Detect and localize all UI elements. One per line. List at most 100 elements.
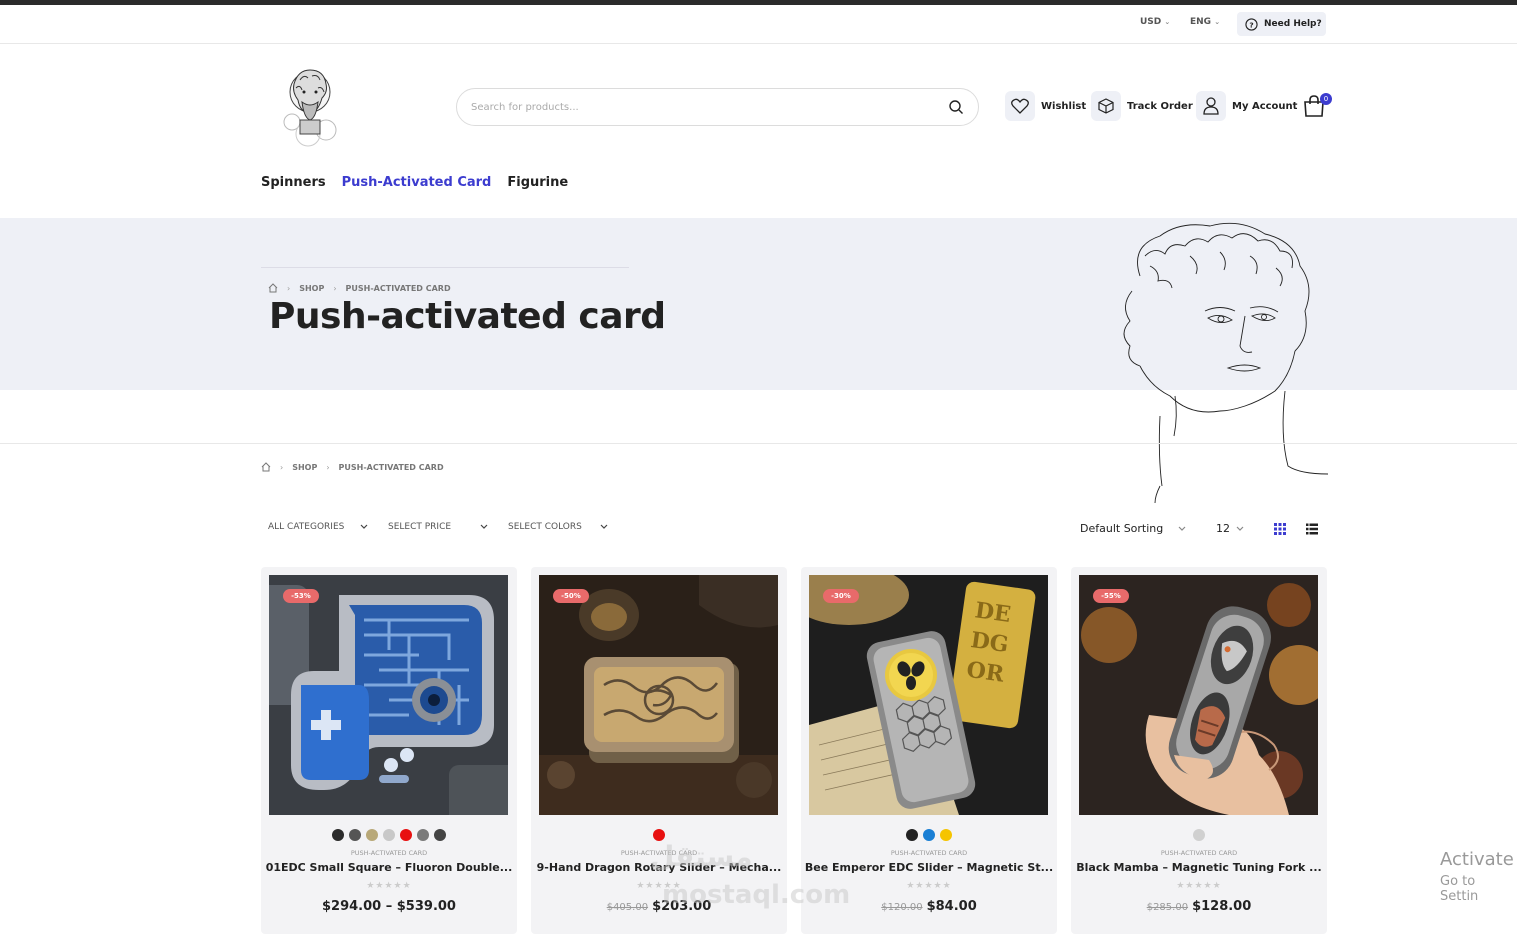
utility-bar: USD ⌄ ENG ⌄ ? Need Help? [0, 5, 1517, 44]
my-account-label: My Account [1232, 100, 1298, 112]
old-price: $405.00 [606, 902, 649, 913]
category-filter-label: ALL CATEGORIES [268, 522, 345, 532]
current-price: $128.00 [1192, 899, 1252, 914]
discount-badge: -50% [553, 589, 589, 603]
need-help-button[interactable]: ? Need Help? [1237, 12, 1326, 36]
cart-count-badge: 0 [1320, 93, 1332, 105]
color-swatch[interactable] [940, 829, 952, 841]
product-card[interactable]: -50% PUSH-ACTIVATED CARD 9-Hand Dragon R… [531, 567, 787, 934]
color-swatch[interactable] [417, 829, 429, 841]
breadcrumb-current: PUSH-ACTIVATED CARD [338, 462, 444, 472]
color-swatch[interactable] [923, 829, 935, 841]
color-swatch[interactable] [383, 829, 395, 841]
product-category[interactable]: PUSH-ACTIVATED CARD [801, 849, 1057, 857]
watermark-url: mostaql.com [662, 880, 851, 910]
rating-stars: ★★★★★ [366, 881, 412, 891]
user-icon [1196, 91, 1226, 121]
language-selector[interactable]: ENG ⌄ [1190, 17, 1220, 27]
discount-badge: -55% [1093, 589, 1129, 603]
product-category[interactable]: PUSH-ACTIVATED CARD [261, 849, 517, 857]
product-name[interactable]: Bee Emperor EDC Slider – Magnetic St... [801, 861, 1057, 874]
product-category[interactable]: PUSH-ACTIVATED CARD [1071, 849, 1327, 857]
breadcrumb-shop[interactable]: SHOP [299, 284, 324, 293]
site-header [0, 44, 1517, 218]
currency-selector[interactable]: USD ⌄ [1140, 17, 1170, 27]
box-icon [1091, 91, 1121, 121]
list-view-icon[interactable] [1305, 522, 1319, 536]
search-bar [456, 88, 979, 126]
discount-badge: -30% [823, 589, 859, 603]
color-swatch[interactable] [400, 829, 412, 841]
product-price: $285.00 $128.00 [1071, 899, 1327, 914]
site-logo[interactable] [278, 62, 342, 150]
page-title: Push-activated card [269, 296, 666, 337]
breadcrumb-current: PUSH-ACTIVATED CARD [345, 283, 451, 293]
color-swatch[interactable] [906, 829, 918, 841]
chevron-down-icon [480, 524, 488, 529]
color-swatch[interactable] [366, 829, 378, 841]
per-page-select[interactable]: 12 [1216, 522, 1244, 535]
color-swatch[interactable] [1193, 829, 1205, 841]
my-account-link[interactable]: My Account [1196, 90, 1297, 122]
search-icon[interactable] [948, 99, 964, 115]
product-image[interactable]: DE DG OR -30% [809, 575, 1048, 815]
color-filter[interactable]: SELECT COLORS [508, 522, 608, 532]
per-page-label: 12 [1216, 522, 1230, 535]
main-nav: Spinners Push-Activated Card Figurine [261, 175, 568, 190]
chevron-down-icon [1178, 526, 1186, 531]
nav-item-push-activated-card[interactable]: Push-Activated Card [342, 175, 492, 190]
track-order-link[interactable]: Track Order [1091, 90, 1193, 122]
chevron-down-icon: ⌄ [1214, 18, 1221, 26]
discount-badge: -53% [283, 589, 319, 603]
old-price: $285.00 [1146, 902, 1189, 913]
product-card[interactable]: DE DG OR -30% PUSH-ACTIVATED CARD Bee Em… [801, 567, 1057, 934]
chevron-down-icon [360, 524, 368, 529]
sorting-select[interactable]: Default Sorting [1080, 522, 1186, 535]
current-price: $294.00 – $539.00 [322, 899, 456, 914]
color-swatch[interactable] [434, 829, 446, 841]
price-filter[interactable]: SELECT PRICE [388, 522, 488, 532]
chevron-right-icon: › [333, 283, 337, 293]
watermark-arabic: مستقل [650, 840, 753, 873]
svg-text:?: ? [1249, 20, 1253, 29]
product-image[interactable]: -53% [269, 575, 508, 815]
product-name[interactable]: 01EDC Small Square – Fluoron Double... [261, 861, 517, 874]
help-icon: ? [1245, 17, 1258, 31]
product-card[interactable]: -53% PUSH-ACTIVATED CARD 01EDC Small Squ… [261, 567, 517, 934]
current-price: $84.00 [926, 899, 977, 914]
product-price: $294.00 – $539.00 [261, 899, 517, 914]
cart-button[interactable]: 0 [1302, 93, 1332, 120]
activate-windows-subtitle: Go to Settin [1440, 874, 1479, 904]
color-swatch[interactable] [349, 829, 361, 841]
breadcrumb-shop[interactable]: SHOP [292, 463, 317, 472]
price-filter-label: SELECT PRICE [388, 522, 452, 532]
product-image[interactable]: -55% [1079, 575, 1318, 815]
nav-item-spinners[interactable]: Spinners [261, 175, 326, 190]
search-input[interactable] [471, 101, 948, 113]
currency-label: USD [1140, 17, 1162, 27]
heart-icon [1005, 91, 1035, 121]
product-name[interactable]: Black Mamba – Magnetic Tuning Fork ... [1071, 861, 1327, 874]
sorting-label: Default Sorting [1080, 522, 1164, 535]
nav-item-figurine[interactable]: Figurine [507, 175, 568, 190]
svg-text:DE: DE [973, 597, 1012, 628]
color-filter-label: SELECT COLORS [508, 522, 582, 532]
need-help-label: Need Help? [1264, 19, 1322, 29]
category-filter[interactable]: ALL CATEGORIES [268, 522, 368, 532]
color-swatch[interactable] [332, 829, 344, 841]
old-price: $120.00 [881, 902, 923, 913]
wishlist-label: Wishlist [1041, 100, 1087, 112]
chevron-down-icon [600, 524, 608, 529]
product-card[interactable]: -55% PUSH-ACTIVATED CARD Black Mamba – M… [1071, 567, 1327, 934]
home-icon[interactable] [268, 283, 278, 293]
banner-divider [261, 267, 629, 268]
track-order-label: Track Order [1127, 100, 1193, 112]
chevron-down-icon [1236, 526, 1244, 531]
svg-text:OR: OR [965, 657, 1006, 688]
color-swatches [1071, 829, 1327, 841]
grid-view-icon[interactable] [1273, 522, 1287, 536]
home-icon[interactable] [261, 462, 271, 472]
product-image[interactable]: -50% [539, 575, 778, 815]
wishlist-link[interactable]: Wishlist [1005, 90, 1086, 122]
activate-windows-title: Activate [1440, 849, 1514, 870]
